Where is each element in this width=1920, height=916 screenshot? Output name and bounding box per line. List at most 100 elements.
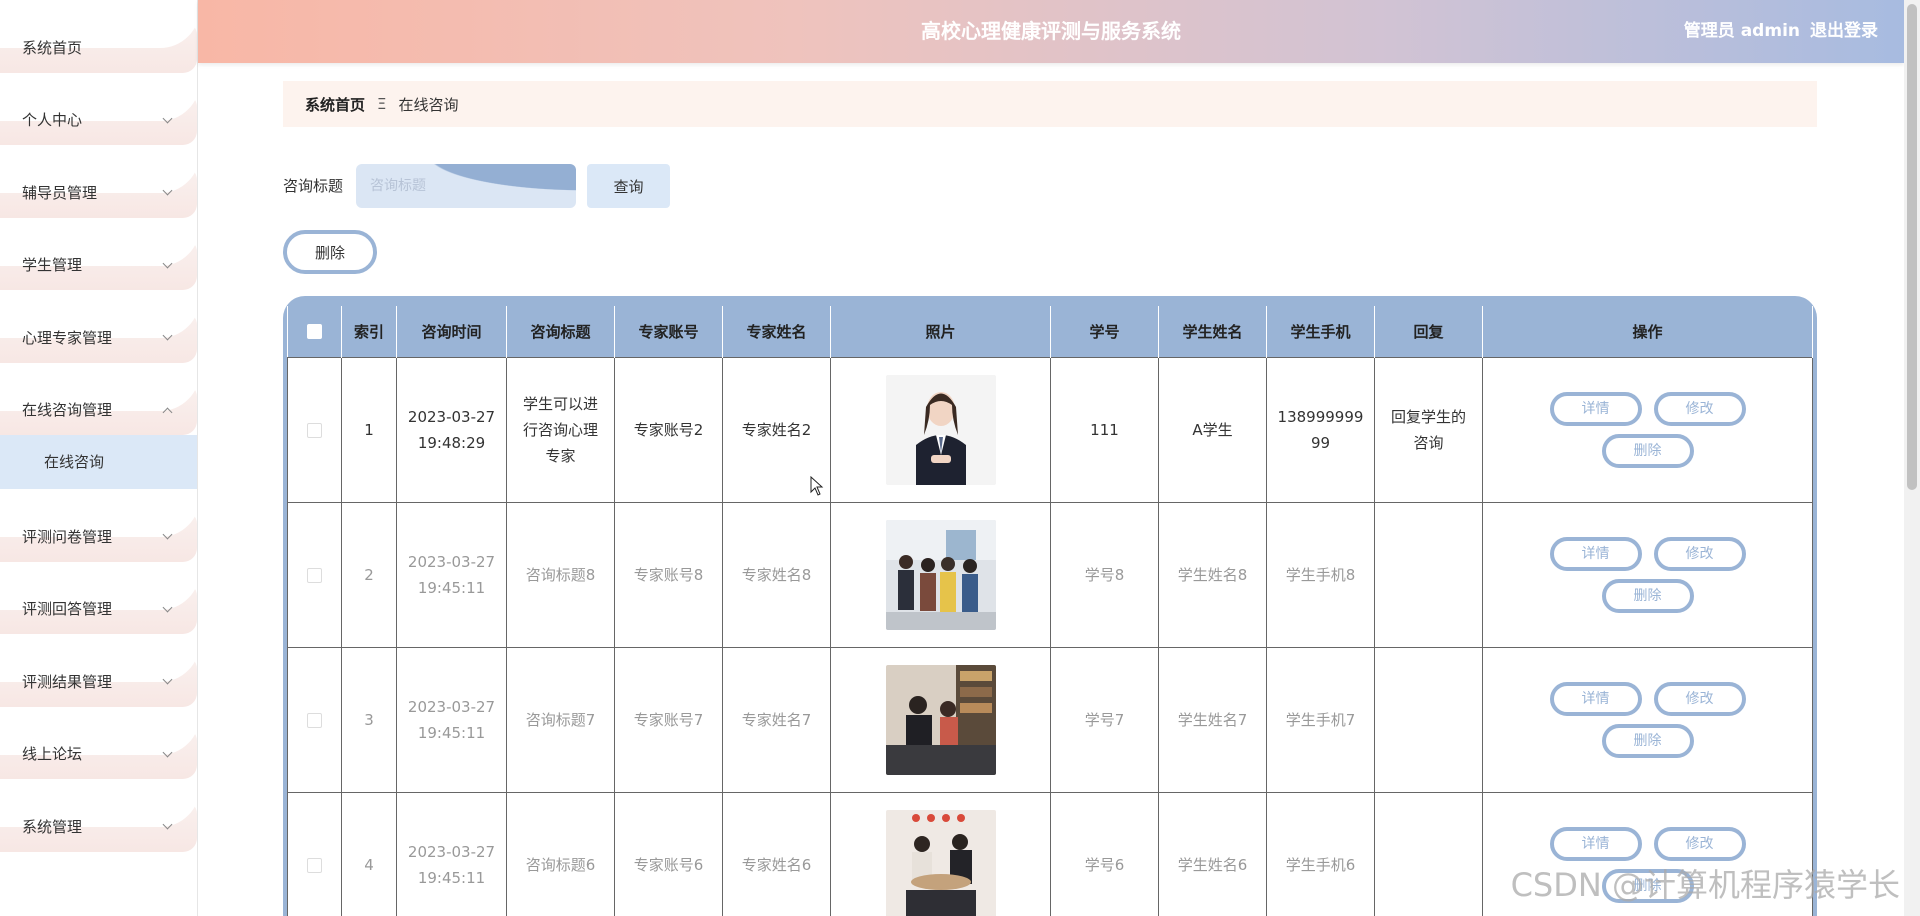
sidebar-item-forum[interactable]: 线上论坛 bbox=[0, 707, 197, 780]
row-checkbox[interactable] bbox=[307, 567, 322, 583]
sidebar-item-counselor[interactable]: 辅导员管理 bbox=[0, 145, 197, 218]
index-cell: 3 bbox=[341, 646, 397, 793]
photo-cell bbox=[830, 791, 1051, 916]
group-people-photo bbox=[885, 519, 996, 630]
sidebar-item-expert[interactable]: 心理专家管理 bbox=[0, 290, 197, 363]
index-cell: 2 bbox=[341, 501, 397, 648]
meeting-photo bbox=[885, 809, 996, 916]
expert-account-cell: 专家账号2 bbox=[614, 356, 723, 503]
detail-button[interactable]: 详情 bbox=[1549, 536, 1642, 571]
logout-link[interactable]: 退出登录 bbox=[1810, 21, 1878, 41]
detail-button[interactable]: 详情 bbox=[1549, 681, 1642, 716]
sidebar-item-consultation[interactable]: 在线咨询管理 bbox=[0, 363, 197, 436]
time-cell: 2023-03-27 19:45:11 bbox=[396, 646, 507, 793]
sidebar-item-answers[interactable]: 评测回答管理 bbox=[0, 562, 197, 635]
reply-cell: 回复学生的咨询 bbox=[1374, 356, 1483, 503]
mouse-cursor-icon bbox=[810, 476, 824, 496]
select-all-checkbox[interactable] bbox=[306, 324, 322, 340]
consultation-table: 索引 咨询时间 咨询标题 专家账号 专家姓名 照片 学号 学生姓名 学生手机 回… bbox=[287, 306, 1813, 916]
delete-button[interactable]: 删除 bbox=[1601, 433, 1694, 468]
operations-cell: 详情 修改 删除 bbox=[1482, 356, 1813, 503]
breadcrumb-home[interactable]: 系统首页 bbox=[305, 94, 365, 115]
expert-name-cell: 专家姓名7 bbox=[722, 646, 831, 793]
chevron-down-icon bbox=[162, 747, 173, 758]
delete-button[interactable]: 删除 bbox=[1601, 578, 1694, 613]
student-phone-cell: 学生手机8 bbox=[1266, 501, 1375, 648]
column-header: 回复 bbox=[1374, 306, 1483, 357]
row-checkbox[interactable] bbox=[307, 857, 322, 873]
search-input[interactable] bbox=[356, 164, 576, 208]
scrollbar-thumb[interactable] bbox=[1907, 4, 1917, 490]
chevron-down-icon bbox=[162, 258, 173, 269]
sidebar: 系统首页 个人中心 辅导员管理 学生管理 心理专家管理 在线咨询管理 在线咨询 … bbox=[0, 0, 198, 916]
sidebar-item-system[interactable]: 系统管理 bbox=[0, 779, 197, 852]
sidebar-item-label: 评测问卷管理 bbox=[22, 527, 113, 546]
chevron-down-icon bbox=[162, 185, 173, 196]
edit-button[interactable]: 修改 bbox=[1653, 681, 1746, 716]
search-button[interactable]: 查询 bbox=[587, 164, 670, 208]
column-header: 学号 bbox=[1050, 306, 1159, 357]
sidebar-item-label: 辅导员管理 bbox=[22, 183, 98, 202]
sidebar-item-home[interactable]: 系统首页 bbox=[0, 0, 197, 73]
edit-button[interactable]: 修改 bbox=[1653, 826, 1746, 861]
sidebar-item-label: 评测回答管理 bbox=[22, 600, 113, 619]
operations-cell: 详情 修改 删除 bbox=[1482, 646, 1813, 793]
photo-cell bbox=[830, 356, 1051, 503]
expert-account-cell: 专家账号6 bbox=[614, 791, 723, 916]
sidebar-item-label: 在线咨询管理 bbox=[22, 401, 113, 420]
student-name-cell: 学生姓名7 bbox=[1158, 646, 1267, 793]
edit-button[interactable]: 修改 bbox=[1653, 536, 1746, 571]
user-area: 管理员 admin 退出登录 bbox=[1674, 0, 1878, 63]
row-select-cell bbox=[287, 646, 342, 793]
row-checkbox[interactable] bbox=[307, 422, 322, 438]
table-row: 3 2023-03-27 19:45:11 咨询标题7 专家账号7 专家姓名7 … bbox=[287, 646, 1813, 793]
student-id-cell: 学号8 bbox=[1050, 501, 1159, 648]
column-header: 索引 bbox=[341, 306, 397, 357]
bulk-delete-button[interactable]: 删除 bbox=[283, 230, 377, 274]
expert-account-cell: 专家账号7 bbox=[614, 646, 723, 793]
chevron-down-icon bbox=[162, 674, 173, 685]
detail-button[interactable]: 详情 bbox=[1549, 391, 1642, 426]
student-id-cell: 学号6 bbox=[1050, 791, 1159, 916]
user-label: 管理员 admin bbox=[1683, 21, 1800, 41]
submenu-item-online-consultation[interactable]: 在线咨询 bbox=[0, 435, 197, 489]
student-name-cell: 学生姓名8 bbox=[1158, 501, 1267, 648]
chevron-down-icon bbox=[162, 330, 173, 341]
row-select-cell bbox=[287, 791, 342, 916]
breadcrumb: 系统首页 Ξ 在线咨询 bbox=[283, 81, 1817, 127]
chevron-down-icon bbox=[162, 602, 173, 613]
reply-cell bbox=[1374, 646, 1483, 793]
watermark-text: CSDN @计算机程序猿学长 bbox=[1510, 866, 1900, 904]
detail-button[interactable]: 详情 bbox=[1549, 826, 1642, 861]
title-cell: 咨询标题7 bbox=[506, 646, 615, 793]
data-table-container: 索引 咨询时间 咨询标题 专家账号 专家姓名 照片 学号 学生姓名 学生手机 回… bbox=[283, 296, 1817, 916]
student-name-cell: 学生姓名6 bbox=[1158, 791, 1267, 916]
sidebar-item-student[interactable]: 学生管理 bbox=[0, 218, 197, 291]
time-cell: 2023-03-27 19:45:11 bbox=[396, 791, 507, 916]
sidebar-item-personal-center[interactable]: 个人中心 bbox=[0, 73, 197, 146]
title-cell: 咨询标题8 bbox=[506, 501, 615, 648]
sidebar-item-label: 心理专家管理 bbox=[22, 328, 113, 347]
sidebar-item-results[interactable]: 评测结果管理 bbox=[0, 634, 197, 707]
breadcrumb-separator-icon: Ξ bbox=[377, 95, 387, 113]
sidebar-item-label: 评测结果管理 bbox=[22, 672, 113, 691]
title-cell: 学生可以进行咨询心理专家 bbox=[506, 356, 615, 503]
photo-cell bbox=[830, 646, 1051, 793]
chevron-down-icon bbox=[162, 529, 173, 540]
student-phone-cell: 13899999999 bbox=[1266, 356, 1375, 503]
chevron-down-icon bbox=[162, 819, 173, 830]
page-scrollbar[interactable] bbox=[1904, 0, 1920, 916]
delete-button[interactable]: 删除 bbox=[1601, 723, 1694, 758]
select-all-header bbox=[287, 306, 342, 357]
edit-button[interactable]: 修改 bbox=[1653, 391, 1746, 426]
breadcrumb-current: 在线咨询 bbox=[398, 95, 459, 114]
professional-woman-photo bbox=[885, 374, 996, 485]
column-header: 操作 bbox=[1482, 306, 1813, 357]
sidebar-item-label: 系统首页 bbox=[22, 38, 83, 57]
table-header-row: 索引 咨询时间 咨询标题 专家账号 专家姓名 照片 学号 学生姓名 学生手机 回… bbox=[287, 306, 1813, 357]
row-checkbox[interactable] bbox=[307, 712, 322, 728]
title-cell: 咨询标题6 bbox=[506, 791, 615, 916]
reply-cell bbox=[1374, 791, 1483, 916]
expert-name-cell: 专家姓名6 bbox=[722, 791, 831, 916]
sidebar-item-questionnaire[interactable]: 评测问卷管理 bbox=[0, 489, 197, 562]
